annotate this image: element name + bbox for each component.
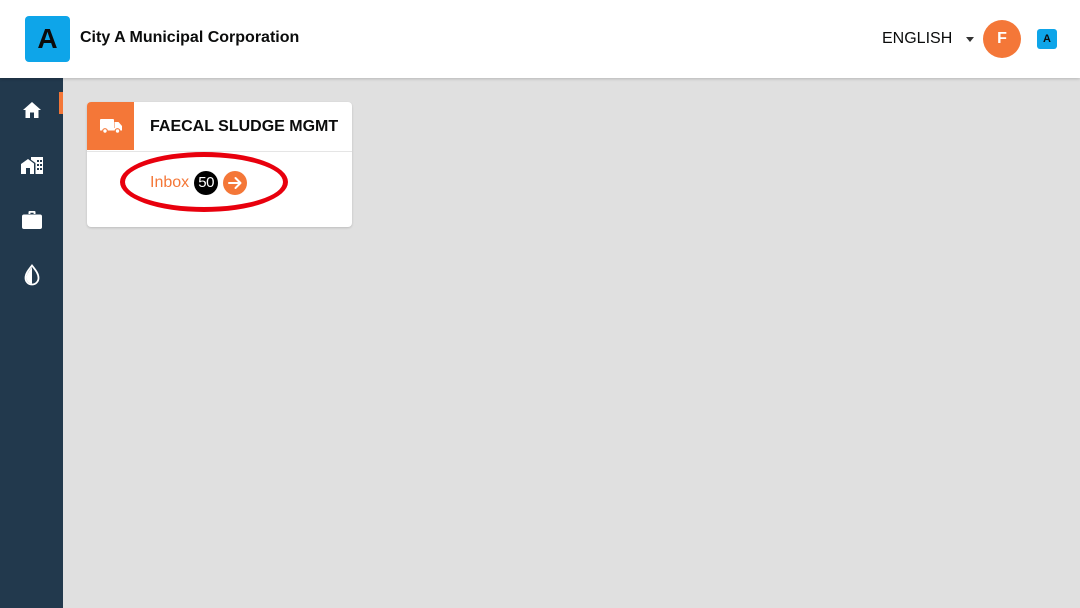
user-avatar[interactable]: F — [983, 20, 1021, 58]
city-logo: A — [25, 16, 70, 62]
inbox-link[interactable]: Inbox 50 — [150, 171, 248, 195]
inbox-label: Inbox — [150, 174, 190, 191]
home-icon — [22, 102, 41, 118]
card-icon-badge — [87, 102, 134, 150]
card-divider — [87, 151, 352, 152]
caret-down-icon — [966, 36, 975, 42]
language-selector[interactable]: ENGLISH — [882, 30, 975, 48]
language-label: ENGLISH — [882, 30, 953, 47]
truck-icon — [99, 119, 122, 134]
fsm-module-card: FAECAL SLUDGE MGMT Inbox 50 — [87, 102, 352, 227]
sidebar — [0, 78, 63, 608]
sidebar-item-services[interactable] — [0, 200, 63, 240]
arrow-right-icon[interactable] — [223, 171, 248, 195]
sidebar-item-water[interactable] — [0, 255, 63, 295]
card-title: FAECAL SLUDGE MGMT — [150, 118, 339, 135]
sidebar-item-home[interactable] — [0, 90, 63, 130]
top-bar: A City A Municipal Corporation ENGLISH F… — [0, 0, 1080, 78]
app-logo-small: A — [1037, 29, 1057, 49]
city-icon — [20, 157, 43, 174]
sidebar-item-city[interactable] — [0, 145, 63, 185]
water-drop-icon — [24, 264, 39, 286]
city-name: City A Municipal Corporation — [80, 29, 300, 46]
inbox-count-badge: 50 — [194, 171, 219, 195]
briefcase-icon — [21, 211, 42, 229]
